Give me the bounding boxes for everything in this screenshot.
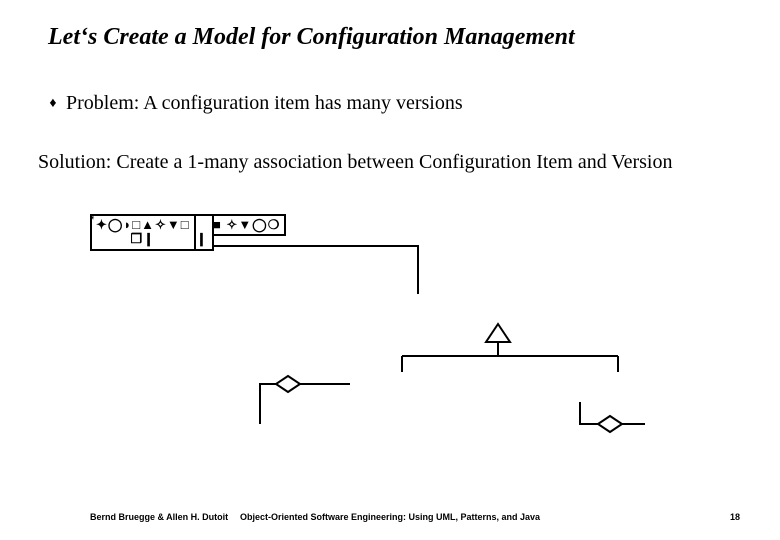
footer-book-title: Object-Oriented Software Engineering: Us… xyxy=(0,512,780,522)
slide-title: Let‘s Create a Model for Configuration M… xyxy=(48,24,575,51)
diagram-connectors xyxy=(90,214,720,474)
diamond-icon: ♦ xyxy=(48,96,58,112)
box-repository: ✦◯◗□▲✧▼□❒❙ xyxy=(90,214,196,251)
solution-text: Solution: Create a 1-many association be… xyxy=(38,150,738,175)
box-label: ✦◯◗□▲✧▼□❒❙ xyxy=(96,218,190,247)
multiplicity-star-release: * xyxy=(90,214,94,226)
footer-page-number: 18 xyxy=(730,512,740,522)
bullet-item: ♦ Problem: A configuration item has many … xyxy=(48,92,463,115)
uml-diagram: ❖□■✦✧✱▼□❖◯■ ✧▼◯❍ ✦◯❒▲✧□■ ✧❒□❍□▼✧□■ ✦◯●◯❏… xyxy=(90,214,720,474)
bullet-text: Problem: A configuration item has many v… xyxy=(66,92,463,114)
